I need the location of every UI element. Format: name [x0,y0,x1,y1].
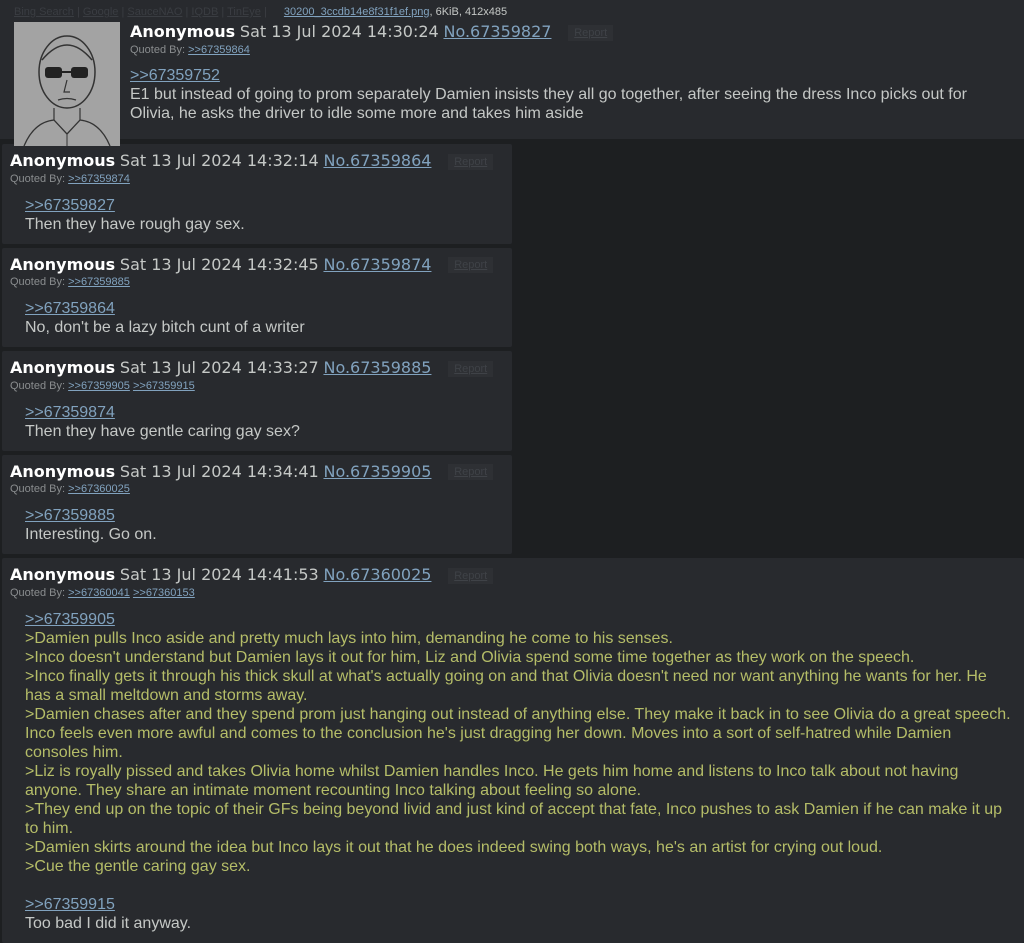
greentext-line: >Liz is royally pissed and takes Olivia … [25,762,959,799]
reply-post: Anonymous Sat 13 Jul 2024 14:41:53 No.67… [2,558,1024,943]
quote-link[interactable]: >>67359827 [25,197,115,214]
post-text: Then they have rough gay sex. [25,215,245,233]
quote-link[interactable]: >>67359864 [25,300,115,317]
reply-post: Anonymous Sat 13 Jul 2024 14:32:14 No.67… [2,144,512,244]
report-button[interactable]: Report [568,24,614,41]
poster-name: Anonymous [10,461,116,481]
quoted-by-label: Quoted By: [130,43,186,56]
poster-name: Anonymous [10,358,116,378]
post-date: Sat 13 Jul 2024 14:34:41 [119,461,319,481]
quoted-by-link[interactable]: >>67360025 [68,483,130,495]
post-date: Sat 13 Jul 2024 14:30:24 [239,22,439,41]
report-button[interactable]: Report [448,153,494,170]
report-button[interactable]: Report [448,360,494,377]
quoted-by-label: Quoted By: [10,586,66,599]
quoted-by-link[interactable]: >>67359874 [68,173,130,185]
quoted-by-link[interactable]: >>67359905 [68,380,130,392]
post-number-link[interactable]: No.67359827 [443,22,551,41]
tool-bing-search[interactable]: Bing Search [14,6,74,18]
quoted-by-label: Quoted By: [10,172,66,185]
greentext-line: >Inco doesn't understand but Damien lays… [25,648,915,666]
greentext-line: >They end up on the topic of their GFs b… [25,800,1003,837]
op-body: Anonymous Sat 13 Jul 2024 14:30:24 No.67… [130,20,1014,123]
poster-name: Anonymous [10,565,116,585]
quoted-by: Quoted By: >>67360025 [10,483,504,495]
post-header: Anonymous Sat 13 Jul 2024 14:32:45 No.67… [10,254,504,277]
quoted-by-link[interactable]: >>67359885 [68,276,130,288]
quote-link[interactable]: >>67359752 [130,67,220,84]
quoted-by-link[interactable]: >>67360041 [68,587,130,599]
image-search-tools: Bing Search | Google | SauceNAO | IQDB |… [14,6,270,18]
post-date: Sat 13 Jul 2024 14:33:27 [119,358,319,378]
post-header: Anonymous Sat 13 Jul 2024 14:41:53 No.67… [10,564,1016,587]
poster-name: Anonymous [10,151,116,170]
post-text: E1 but instead of going to prom separate… [130,85,967,122]
quoted-by-link[interactable]: >>67360153 [133,587,195,599]
op-thumbnail-image[interactable] [14,22,120,146]
quote-link[interactable]: >>67359874 [25,404,115,421]
report-button[interactable]: Report [448,257,494,274]
post-text: Too bad I did it anyway. [25,914,192,932]
quoted-by-link[interactable]: >>67359915 [133,380,195,392]
quoted-by-link[interactable]: >>67359864 [188,44,250,56]
post-number-link[interactable]: No.67359874 [323,255,431,274]
quote-link[interactable]: >>67359915 [25,896,115,913]
quoted-by-label: Quoted By: [10,276,66,289]
quoted-by-label: Quoted By: [10,483,66,496]
post-text: Interesting. Go on. [25,526,157,544]
post-message: >>67359827 Then they have rough gay sex. [10,196,504,234]
reply-post: Anonymous Sat 13 Jul 2024 14:34:41 No.67… [2,454,512,555]
file-name-link[interactable]: 30200_3ccdb14e8f31f1ef.png [284,6,430,18]
quoted-by-label: Quoted By: [10,379,66,392]
quoted-by: Quoted By: >>67359874 [10,173,504,185]
post-number-link[interactable]: No.67359864 [323,151,431,170]
quote-link[interactable]: >>67359885 [25,507,115,524]
post-header: Anonymous Sat 13 Jul 2024 14:33:27 No.67… [10,357,504,380]
poster-name: Anonymous [10,254,116,274]
tool-tineye[interactable]: TinEye [227,6,261,18]
post-text: No, don't be a lazy bitch cunt of a writ… [25,319,305,337]
poster-name: Anonymous [130,22,236,41]
op-post: Bing Search | Google | SauceNAO | IQDB |… [0,0,1024,146]
quoted-by: Quoted By: >>67360041 >>67360153 [10,587,1016,599]
post-message: >>67359752 E1 but instead of going to pr… [130,66,1014,123]
quoted-by: Quoted By: >>67359864 [130,44,1014,56]
file-meta: , 6KiB, 412x485 [429,6,508,18]
post-number-link[interactable]: No.67359885 [323,358,431,377]
quoted-by: Quoted By: >>67359905 >>67359915 [10,380,504,392]
file-info-bar: Bing Search | Google | SauceNAO | IQDB |… [14,4,1014,20]
post-message: >>67359905 >Damien pulls Inco aside and … [10,610,1016,933]
post-header: Anonymous Sat 13 Jul 2024 14:32:14 No.67… [10,150,504,173]
face-drawing-icon [14,22,120,146]
tool-saucenao[interactable]: SauceNAO [127,6,182,18]
post-date: Sat 13 Jul 2024 14:32:45 [119,254,319,274]
post-number-link[interactable]: No.67359905 [323,462,431,481]
post-header: Anonymous Sat 13 Jul 2024 14:34:41 No.67… [10,461,504,484]
quoted-by: Quoted By: >>67359885 [10,276,504,288]
greentext-line: >Damien skirts around the idea but Inco … [25,838,883,856]
reply-post: Anonymous Sat 13 Jul 2024 14:33:27 No.67… [2,351,512,451]
post-header: Anonymous Sat 13 Jul 2024 14:30:24 No.67… [130,21,1014,44]
post-text: Then they have gentle caring gay sex? [25,422,300,440]
reply-post: Anonymous Sat 13 Jul 2024 14:32:45 No.67… [2,247,512,348]
quote-link[interactable]: >>67359905 [25,611,115,628]
post-date: Sat 13 Jul 2024 14:32:14 [119,151,319,170]
post-message: >>67359885 Interesting. Go on. [10,506,504,544]
report-button[interactable]: Report [448,567,494,584]
post-message: >>67359874 Then they have gentle caring … [10,403,504,441]
tool-google[interactable]: Google [83,6,118,18]
greentext-line: >Damien pulls Inco aside and pretty much… [25,629,673,647]
greentext-line: >Inco finally gets it through his thick … [25,667,987,704]
post-date: Sat 13 Jul 2024 14:41:53 [119,565,319,585]
greentext-line: >Damien chases after and they spend prom… [25,705,1011,761]
tool-iqdb[interactable]: IQDB [191,6,218,18]
post-number-link[interactable]: No.67360025 [323,565,431,584]
post-message: >>67359864 No, don't be a lazy bitch cun… [10,299,504,337]
report-button[interactable]: Report [448,464,494,481]
greentext-line: >Cue the gentle caring gay sex. [25,857,251,875]
